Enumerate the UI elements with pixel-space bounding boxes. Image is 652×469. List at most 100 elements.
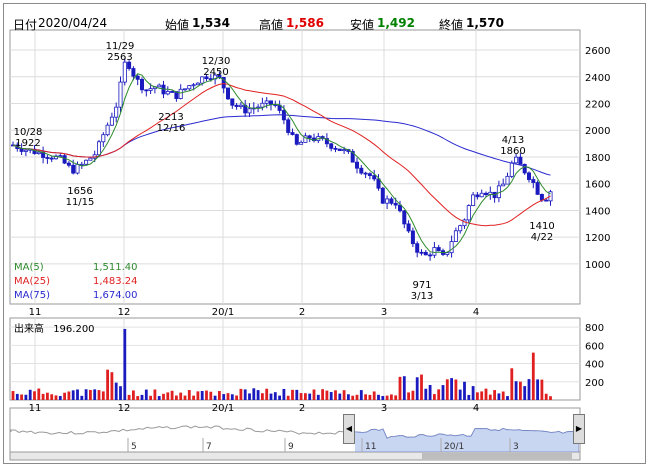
date-label: 日付 <box>13 18 38 32</box>
volume-bar <box>424 388 428 400</box>
volume-bar <box>527 379 531 400</box>
candle-body <box>45 157 50 159</box>
candle-body <box>367 173 372 176</box>
candle-body <box>191 84 196 87</box>
volume-bar <box>273 392 277 400</box>
volume-bar <box>218 391 221 400</box>
candle-body <box>453 230 458 242</box>
volume-bar <box>381 396 385 400</box>
candle-body <box>466 205 471 221</box>
volume-bar <box>46 392 49 400</box>
candle-body <box>127 61 132 69</box>
volume-bar <box>278 395 281 400</box>
candle-body <box>393 202 398 206</box>
candle-body <box>118 81 123 108</box>
volume-bar <box>67 391 71 400</box>
price-annotation: 1656 <box>67 186 92 197</box>
candle-body <box>268 100 273 105</box>
candle-body <box>36 151 41 155</box>
volume-bar <box>76 389 79 400</box>
price-axis-tick: 2600 <box>585 46 610 57</box>
volume-axis-tick: 200 <box>585 378 604 389</box>
volume-bar <box>261 393 264 400</box>
candle-body <box>195 82 200 86</box>
candle-body <box>264 100 269 104</box>
volume-bar <box>325 390 329 400</box>
volume-bar <box>476 392 479 400</box>
candle-body <box>445 252 450 255</box>
volume-bar <box>183 395 187 400</box>
price-axis-tick: 2200 <box>585 100 610 111</box>
candle-body <box>342 149 347 152</box>
candle-body <box>380 187 385 204</box>
close-label: 終値 <box>439 18 464 32</box>
candle-body <box>501 183 506 187</box>
navigator-right-handle[interactable]: ▶ <box>573 414 585 444</box>
candle-body <box>66 162 71 166</box>
volume-bar <box>488 394 492 400</box>
navigator-left-handle[interactable]: ◀ <box>343 414 355 444</box>
volume-bar <box>11 391 15 400</box>
volume-bar <box>454 379 458 400</box>
volume-bar <box>342 390 346 400</box>
candle-body <box>157 84 162 88</box>
candle-body <box>58 155 63 158</box>
ma25-label: MA(25) <box>14 276 50 287</box>
navigator-tick: 3 <box>513 442 519 452</box>
candle-body <box>385 198 390 204</box>
volume-bar <box>127 394 131 400</box>
volume-bar <box>153 389 157 400</box>
volume-bar <box>119 386 122 400</box>
volume-bar <box>308 393 312 400</box>
volume-bar <box>334 390 337 400</box>
volume-bar <box>458 389 462 400</box>
price-annotation: 2450 <box>203 67 228 78</box>
volume-bar <box>162 393 165 400</box>
price-annotation: 4/22 <box>531 232 553 243</box>
candle-body <box>505 175 510 185</box>
navigator-scroll-thumb <box>422 453 572 459</box>
volume-bar <box>24 394 28 400</box>
volume-bar <box>187 390 191 400</box>
candle-body <box>105 124 110 136</box>
volume-bar <box>170 390 174 400</box>
candle-body <box>363 172 368 175</box>
volume-bar <box>355 394 359 400</box>
stock-chart-widget: 1000 1200 1400 1600 1800 2000 2200 2400 2600 11 11… <box>3 3 646 464</box>
navigator-tick: 20/1 <box>444 442 464 452</box>
volume-bar <box>407 392 410 400</box>
volume-bar <box>54 395 58 400</box>
volume-x-tick: 2 <box>299 403 305 414</box>
open-label: 始値 <box>165 18 190 32</box>
price-annotation: 1860 <box>500 146 525 157</box>
volume-bar <box>321 389 324 400</box>
volume-bar <box>28 389 32 400</box>
navigator-tick: 7 <box>206 442 212 452</box>
candle-body <box>544 199 549 202</box>
volume-bar <box>506 396 509 400</box>
volume-bar <box>471 386 475 400</box>
ma5-label: MA(5) <box>14 262 44 273</box>
volume-bar <box>544 393 548 400</box>
volume-bar <box>209 391 213 400</box>
volume-bar <box>450 378 453 400</box>
candle-body <box>479 192 484 198</box>
price-chart[interactable]: 1000120014001600180020002200240026001111… <box>4 4 647 465</box>
candle-body <box>101 134 106 143</box>
volume-bar <box>368 394 372 400</box>
candle-body <box>449 241 454 254</box>
price-annotation: 2563 <box>107 52 132 63</box>
high-label: 高値 <box>259 18 284 32</box>
candle-body <box>509 162 514 177</box>
candle-body <box>247 108 252 114</box>
volume-bar <box>97 390 101 400</box>
volume-bar <box>157 396 161 400</box>
volume-bar <box>347 394 350 400</box>
candle-body <box>462 219 467 227</box>
volume-bar <box>536 379 539 400</box>
price-annotation: 3/13 <box>411 291 433 302</box>
volume-bar <box>463 381 466 400</box>
candle-body <box>419 251 424 254</box>
candle-body <box>307 135 312 139</box>
volume-bar <box>433 394 436 400</box>
